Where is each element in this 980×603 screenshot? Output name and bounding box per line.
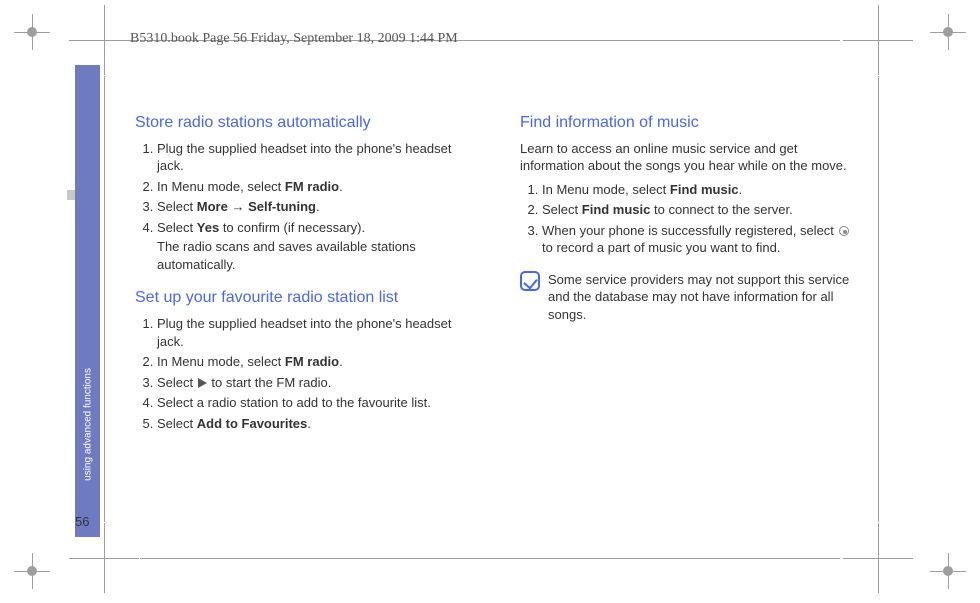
- list-item: Plug the supplied headset into the phone…: [157, 315, 465, 350]
- crop-mark-icon: [930, 14, 966, 50]
- section-intro: Learn to access an online music service …: [520, 140, 850, 175]
- list-item: Select More → Self-tuning.: [157, 198, 465, 216]
- list-item: When your phone is successfully register…: [542, 222, 850, 257]
- crop-bar-icon: [104, 76, 105, 522]
- note-icon: [520, 271, 540, 291]
- note-text: Some service providers may not support t…: [548, 271, 850, 324]
- crop-mark-icon: [930, 553, 966, 589]
- list-item: Select Add to Favourites.: [157, 415, 465, 433]
- list-item: Select Find music to connect to the serv…: [542, 201, 850, 219]
- ordered-list: In Menu mode, select Find music. Select …: [520, 181, 850, 257]
- right-column: Find information of music Learn to acces…: [520, 112, 850, 324]
- crop-mark-icon: [14, 14, 50, 50]
- page: B5310.book Page 56 Friday, September 18,…: [0, 0, 980, 603]
- page-number: 56: [75, 514, 89, 529]
- list-item: Select Yes to confirm (if necessary).The…: [157, 219, 465, 274]
- crop-bar-icon: [878, 76, 879, 522]
- section-heading: Set up your favourite radio station list: [135, 287, 465, 309]
- list-item: Select to start the FM radio.: [157, 374, 465, 392]
- list-item: In Menu mode, select FM radio.: [157, 353, 465, 371]
- note-block: Some service providers may not support t…: [520, 271, 850, 324]
- record-icon: [839, 226, 849, 236]
- section-heading: Store radio stations automatically: [135, 112, 465, 134]
- list-item: In Menu mode, select FM radio.: [157, 178, 465, 196]
- crop-bar-icon: [140, 558, 840, 559]
- list-item: Plug the supplied headset into the phone…: [157, 140, 465, 175]
- chapter-tab-label: using advanced functions: [82, 368, 93, 481]
- ordered-list: Plug the supplied headset into the phone…: [135, 315, 465, 432]
- list-item: In Menu mode, select Find music.: [542, 181, 850, 199]
- page-slug: B5310.book Page 56 Friday, September 18,…: [130, 31, 458, 47]
- left-column: Store radio stations automatically Plug …: [135, 112, 465, 446]
- chapter-tab: using advanced functions: [75, 65, 100, 537]
- tab-marker: [67, 190, 75, 200]
- ordered-list: Plug the supplied headset into the phone…: [135, 140, 465, 274]
- list-item: Select a radio station to add to the fav…: [157, 394, 465, 412]
- crop-mark-icon: [14, 553, 50, 589]
- play-icon: [198, 378, 207, 388]
- section-heading: Find information of music: [520, 112, 850, 134]
